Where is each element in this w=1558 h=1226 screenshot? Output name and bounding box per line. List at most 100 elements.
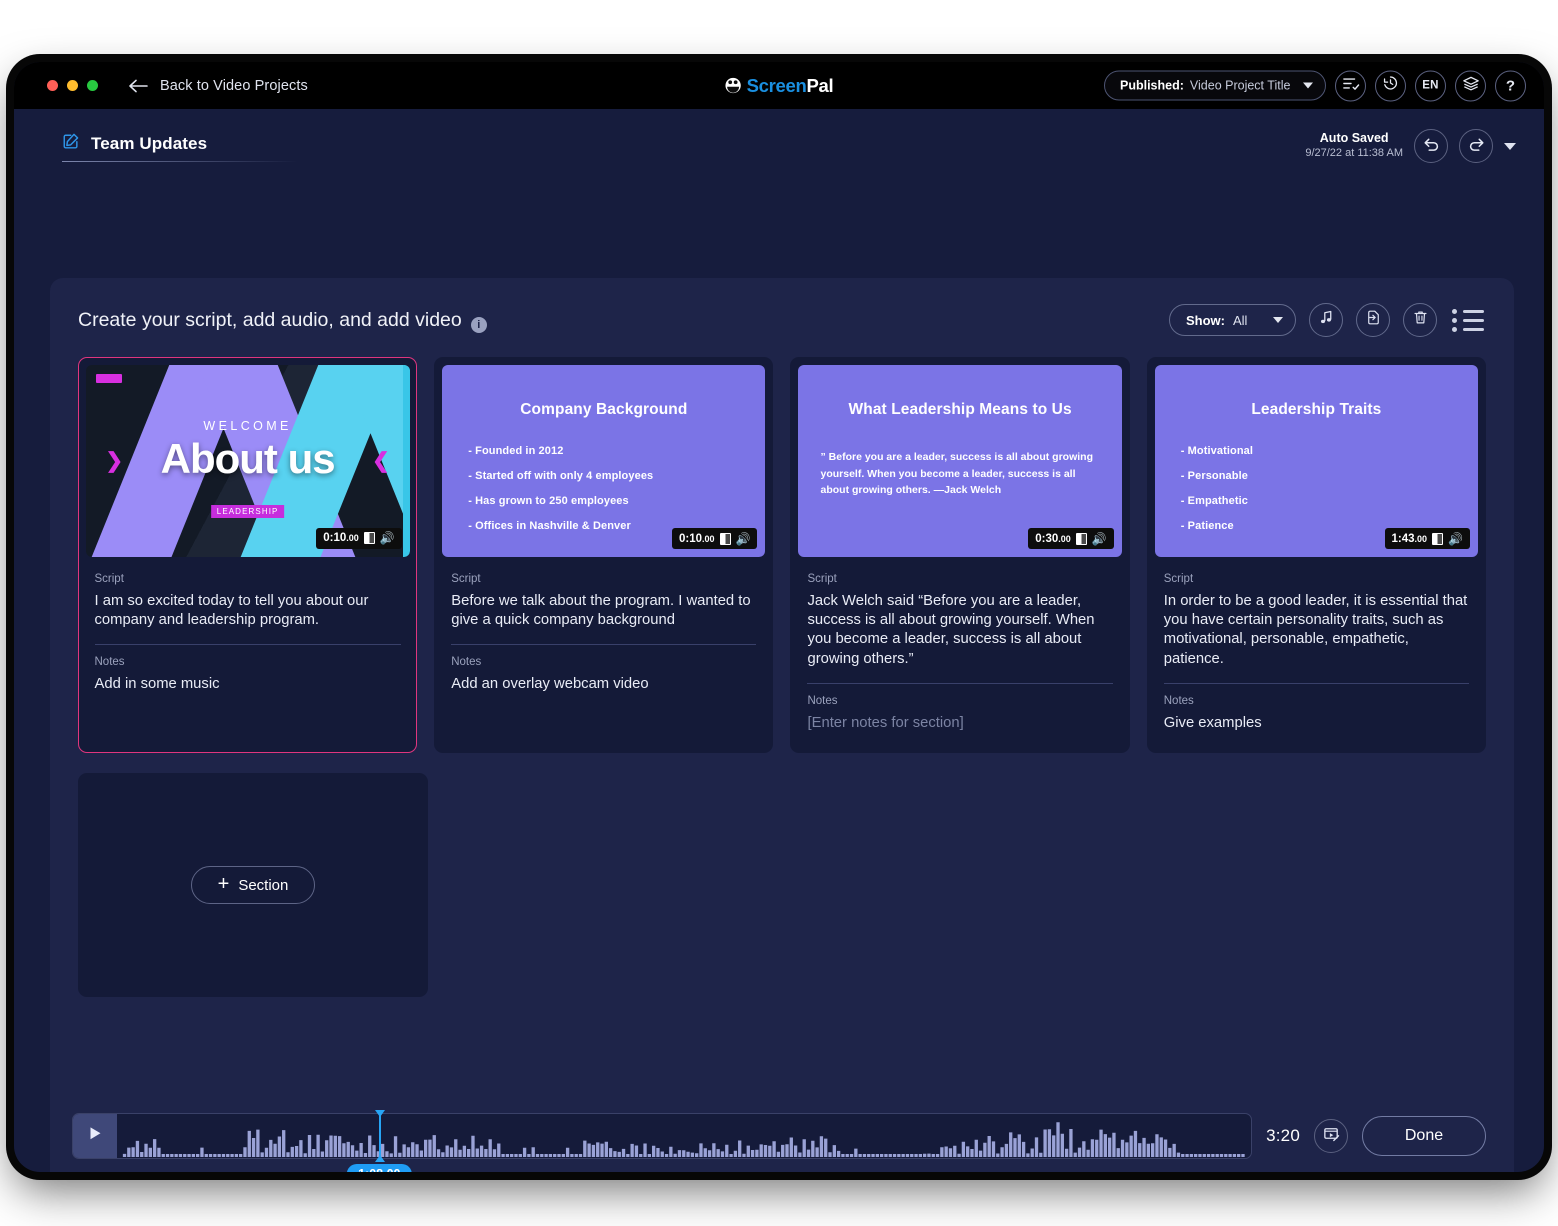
waveform-area[interactable] bbox=[117, 1114, 1251, 1158]
video-title-text: About us bbox=[160, 434, 336, 482]
layers-button[interactable] bbox=[1455, 70, 1486, 101]
show-filter-select[interactable]: Show: All bbox=[1169, 304, 1296, 336]
volume-icon[interactable]: 🔊 bbox=[380, 532, 395, 544]
screenpal-mark-icon bbox=[725, 77, 742, 94]
section-thumbnail[interactable]: Leadership Traits - Motivational - Persona… bbox=[1154, 365, 1479, 557]
slide-title: Company Background bbox=[520, 401, 688, 418]
section-thumbnail[interactable]: What Leadership Means to Us ” Before you … bbox=[798, 365, 1122, 557]
arrow-left-icon bbox=[128, 79, 148, 93]
slide-bullet: - Empathetic bbox=[1180, 495, 1248, 507]
delete-button[interactable] bbox=[1403, 303, 1437, 337]
undo-button[interactable] bbox=[1414, 129, 1448, 163]
autosave-timestamp: 9/27/22 at 11:38 AM bbox=[1305, 146, 1403, 159]
chevron-down-icon bbox=[1303, 82, 1313, 89]
video-tag-marker bbox=[95, 373, 122, 383]
section-card[interactable]: Leadership Traits - Motivational - Persona… bbox=[1146, 357, 1487, 754]
playhead[interactable] bbox=[375, 1110, 386, 1162]
split-clip-icon[interactable] bbox=[363, 532, 375, 544]
script-text[interactable]: In order to be a good leader, it is esse… bbox=[1164, 592, 1469, 669]
close-window-button[interactable] bbox=[47, 80, 58, 91]
section-card[interactable]: What Leadership Means to Us ” Before you … bbox=[790, 357, 1130, 754]
maximize-window-button[interactable] bbox=[87, 80, 98, 91]
trash-icon bbox=[1412, 309, 1429, 331]
audio-waveform bbox=[122, 1122, 1245, 1157]
add-section-button[interactable]: + Section bbox=[190, 866, 316, 905]
slide-bullet: - Founded in 2012 bbox=[468, 445, 564, 457]
window-controls bbox=[47, 80, 98, 91]
clip-duration: 0:30.00 bbox=[1035, 532, 1071, 545]
project-actions: Auto Saved 9/27/22 at 11:38 AM bbox=[1305, 129, 1516, 171]
redo-icon bbox=[1467, 134, 1486, 158]
language-button[interactable]: EN bbox=[1415, 70, 1446, 101]
checklist-button[interactable] bbox=[1335, 70, 1366, 101]
section-card[interactable]: ❯ ❮ WELCOME About us LEADERSHIP 0:10.00 🔊 Scrip… bbox=[78, 357, 418, 754]
minimize-window-button[interactable] bbox=[67, 80, 78, 91]
script-text[interactable]: Jack Welch said “Before you are a leader… bbox=[807, 592, 1112, 669]
title-bar: Back to Video Projects ScreenPal Publish… bbox=[14, 62, 1544, 109]
volume-icon[interactable]: 🔊 bbox=[736, 533, 751, 545]
screenpal-logo: ScreenPal bbox=[725, 75, 834, 97]
logo-text-pal: Pal bbox=[806, 74, 834, 96]
section-thumbnail[interactable]: Company Background - Founded in 2012 - Sta… bbox=[442, 365, 766, 557]
split-clip-icon[interactable] bbox=[1075, 532, 1087, 545]
video-edit-button[interactable] bbox=[1314, 1119, 1348, 1153]
more-options-caret-icon[interactable] bbox=[1504, 142, 1516, 150]
section-thumbnail[interactable]: ❯ ❮ WELCOME About us LEADERSHIP 0:10.00 🔊 bbox=[85, 364, 410, 557]
video-subtitle-badge: LEADERSHIP bbox=[210, 504, 285, 518]
publish-status-label: Published: bbox=[1120, 78, 1184, 93]
help-button[interactable]: ? bbox=[1495, 70, 1526, 101]
redo-button[interactable] bbox=[1459, 129, 1493, 163]
add-section-card[interactable]: + Section bbox=[78, 773, 428, 998]
volume-icon[interactable]: 🔊 bbox=[1092, 533, 1107, 545]
volume-icon[interactable]: 🔊 bbox=[1448, 533, 1463, 545]
clip-duration: 0:10.00 bbox=[678, 532, 715, 545]
split-clip-icon[interactable] bbox=[1432, 532, 1444, 545]
clip-duration-badge: 0:30.00 🔊 bbox=[1028, 528, 1114, 549]
list-view-icon bbox=[1452, 308, 1484, 314]
version-history-button[interactable] bbox=[1375, 70, 1406, 101]
notes-text[interactable]: Give examples bbox=[1164, 714, 1469, 733]
section-card-body: Script Jack Welch said “Before you are a … bbox=[794, 561, 1125, 749]
screenpal-wordmark: ScreenPal bbox=[747, 75, 834, 97]
field-divider bbox=[1163, 682, 1470, 684]
audio-timeline[interactable]: 1:08.00 bbox=[72, 1110, 1253, 1172]
add-music-button[interactable] bbox=[1309, 303, 1343, 337]
project-title-group[interactable]: Team Updates bbox=[62, 132, 207, 171]
clip-trim-handle[interactable] bbox=[402, 364, 410, 557]
slide-bullet-list: - Motivational - Personable - Empathetic - … bbox=[1155, 419, 1478, 532]
done-button[interactable]: Done bbox=[1362, 1116, 1486, 1156]
topbar-actions: Published: Video Project Title EN ? bbox=[1104, 70, 1526, 101]
info-icon[interactable]: i bbox=[470, 316, 487, 333]
field-divider bbox=[94, 643, 401, 645]
list-view-button[interactable] bbox=[1450, 307, 1486, 334]
play-button[interactable] bbox=[73, 1114, 117, 1158]
logo-text-screen: Screen bbox=[746, 74, 807, 96]
script-field-label: Script bbox=[1163, 573, 1194, 585]
slide-title: Leadership Traits bbox=[1251, 401, 1382, 418]
notes-text[interactable]: Add in some music bbox=[95, 675, 401, 694]
publish-status-value: Video Project Title bbox=[1189, 78, 1291, 93]
notes-text[interactable]: [Enter notes for section] bbox=[807, 714, 1112, 733]
script-text[interactable]: I am so excited today to tell you about … bbox=[95, 592, 401, 630]
done-label: Done bbox=[1404, 1127, 1444, 1144]
section-card[interactable]: Company Background - Founded in 2012 - Sta… bbox=[434, 357, 774, 754]
field-divider bbox=[451, 644, 757, 646]
show-filter-value: All bbox=[1233, 312, 1248, 328]
back-to-video-projects-button[interactable]: Back to Video Projects bbox=[128, 78, 308, 94]
history-icon bbox=[1382, 75, 1399, 97]
notes-text[interactable]: Add an overlay webcam video bbox=[451, 675, 756, 694]
script-text[interactable]: Before we talk about the program. I want… bbox=[451, 592, 756, 630]
notes-field-label: Notes bbox=[807, 694, 838, 707]
clip-duration: 0:10.00 bbox=[323, 532, 359, 544]
clip-duration-badge: 1:43.00 🔊 bbox=[1384, 528, 1471, 549]
publish-status-select[interactable]: Published: Video Project Title bbox=[1104, 70, 1326, 101]
script-field-label: Script bbox=[807, 573, 837, 585]
import-script-button[interactable] bbox=[1356, 303, 1390, 337]
section-card-body: Script In order to be a good leader, it i… bbox=[1151, 561, 1482, 749]
split-clip-icon[interactable] bbox=[719, 532, 731, 545]
slide-bullet: - Motivational bbox=[1180, 445, 1254, 457]
section-card-body: Script I am so excited today to tell you … bbox=[82, 561, 414, 750]
script-field-label: Script bbox=[451, 573, 481, 585]
title-divider bbox=[62, 161, 298, 162]
app-window: Back to Video Projects ScreenPal Publish… bbox=[14, 62, 1544, 1172]
